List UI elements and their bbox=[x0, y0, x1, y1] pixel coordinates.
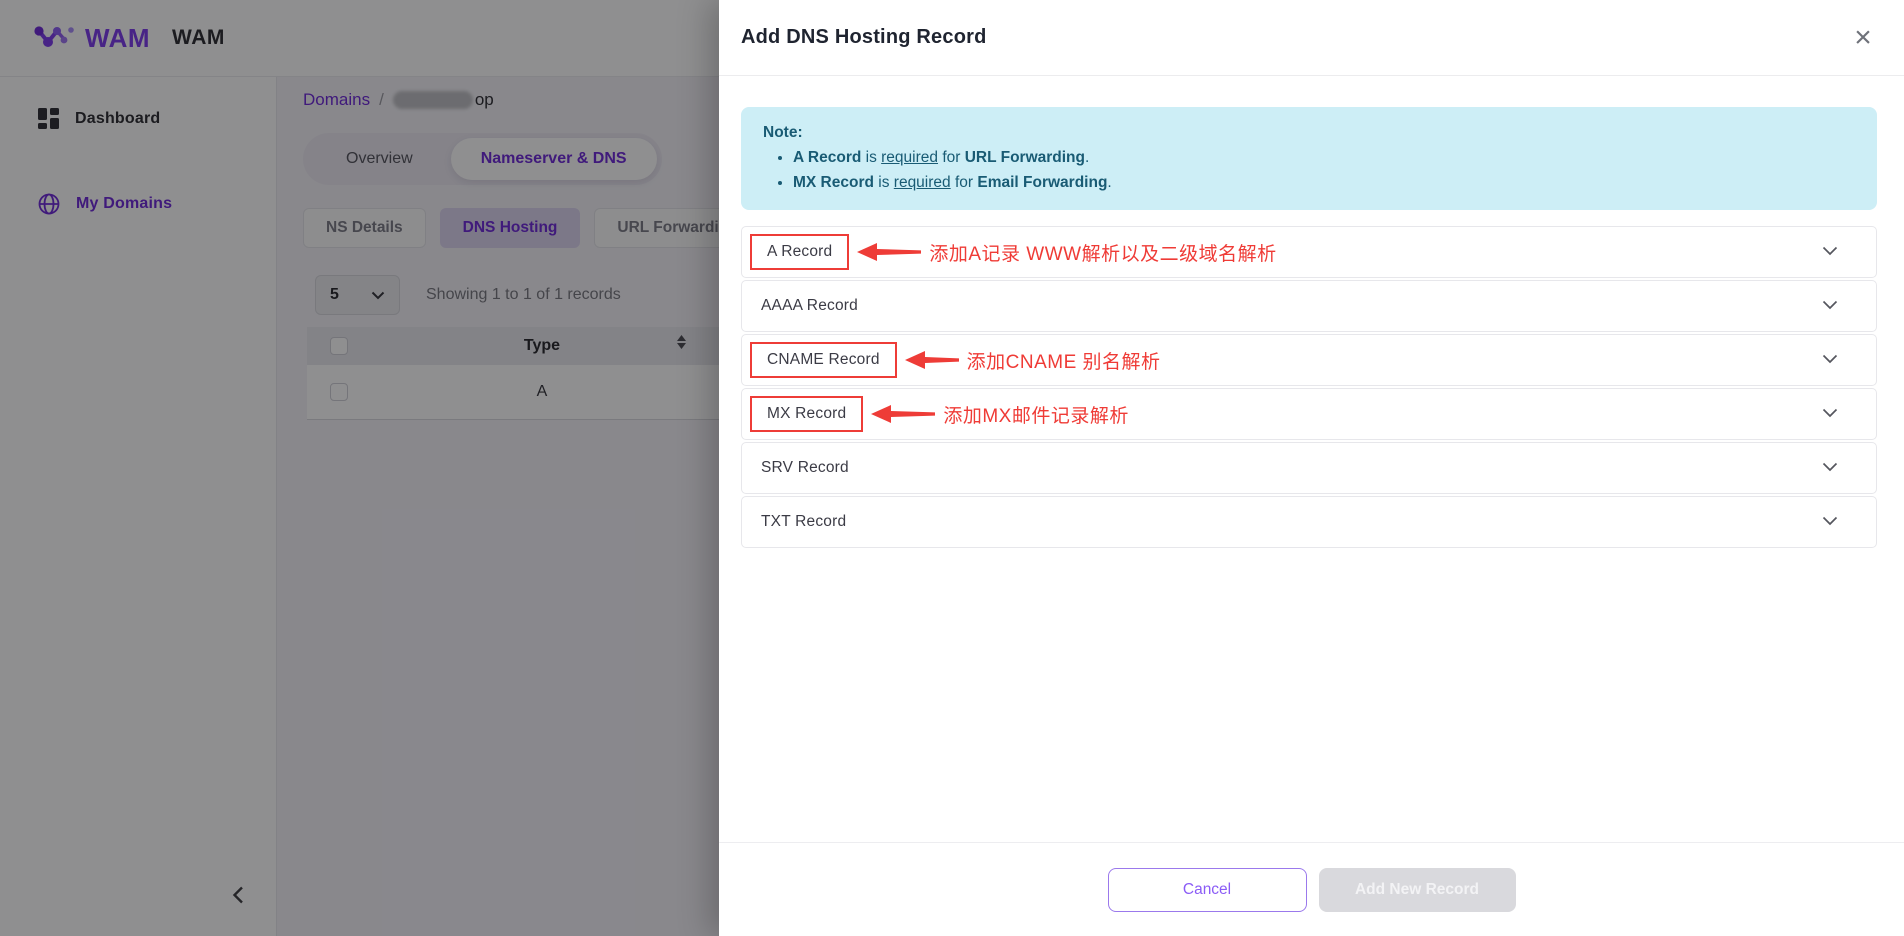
accordion-item-srv-record[interactable]: SRV Record bbox=[741, 442, 1877, 494]
note-label: Note: bbox=[763, 120, 1857, 145]
accordion-item-a-record[interactable]: A Record 添加A记录 WWW解析以及二级域名解析 bbox=[741, 226, 1877, 278]
chevron-down-icon bbox=[1822, 351, 1838, 369]
record-label: CNAME Record bbox=[767, 351, 880, 369]
annotation: 添加A记录 WWW解析以及二级域名解析 bbox=[857, 239, 1276, 266]
note-bullet-list: A Record is required for URL Forwarding.… bbox=[793, 145, 1857, 195]
annotation-text: 添加MX邮件记录解析 bbox=[943, 401, 1129, 428]
chevron-down-icon bbox=[1822, 459, 1838, 477]
chevron-down-icon bbox=[1822, 405, 1838, 423]
accordion-item-aaaa-record[interactable]: AAAA Record bbox=[741, 280, 1877, 332]
add-new-record-button[interactable]: Add New Record bbox=[1319, 868, 1516, 912]
red-arrow-left-icon bbox=[905, 350, 959, 370]
cancel-button[interactable]: Cancel bbox=[1108, 868, 1307, 912]
record-type-accordion: A Record 添加A记录 WWW解析以及二级域名解析 AAAA Record… bbox=[741, 226, 1877, 548]
annotation: 添加CNAME 别名解析 bbox=[905, 347, 1161, 374]
note-callout: Note: A Record is required for URL Forwa… bbox=[741, 107, 1877, 210]
red-annotation-box: A Record bbox=[750, 234, 849, 270]
accordion-item-mx-record[interactable]: MX Record 添加MX邮件记录解析 bbox=[741, 388, 1877, 440]
record-label: MX Record bbox=[767, 405, 846, 423]
red-arrow-left-icon bbox=[871, 404, 935, 424]
modal-title: Add DNS Hosting Record bbox=[741, 26, 987, 49]
record-label: A Record bbox=[767, 243, 832, 261]
add-dns-record-modal: Add DNS Hosting Record × Note: A Record … bbox=[719, 0, 1904, 936]
chevron-down-icon bbox=[1822, 297, 1838, 315]
record-label: TXT Record bbox=[761, 513, 846, 531]
record-label: SRV Record bbox=[761, 459, 849, 477]
annotation: 添加MX邮件记录解析 bbox=[871, 401, 1129, 428]
close-icon[interactable]: × bbox=[1846, 21, 1880, 55]
annotation-text: 添加A记录 WWW解析以及二级域名解析 bbox=[929, 239, 1276, 266]
annotation-text: 添加CNAME 别名解析 bbox=[967, 347, 1161, 374]
note-bullet: A Record is required for URL Forwarding. bbox=[793, 145, 1857, 170]
chevron-down-icon bbox=[1822, 243, 1838, 261]
accordion-item-cname-record[interactable]: CNAME Record 添加CNAME 别名解析 bbox=[741, 334, 1877, 386]
red-annotation-box: CNAME Record bbox=[750, 342, 897, 378]
accordion-item-txt-record[interactable]: TXT Record bbox=[741, 496, 1877, 548]
modal-header: Add DNS Hosting Record × bbox=[719, 0, 1904, 76]
chevron-down-icon bbox=[1822, 513, 1838, 531]
red-arrow-left-icon bbox=[857, 242, 921, 262]
note-bullet: MX Record is required for Email Forwardi… bbox=[793, 170, 1857, 195]
modal-footer: Cancel Add New Record bbox=[719, 842, 1904, 936]
record-label: AAAA Record bbox=[761, 297, 858, 315]
red-annotation-box: MX Record bbox=[750, 396, 863, 432]
